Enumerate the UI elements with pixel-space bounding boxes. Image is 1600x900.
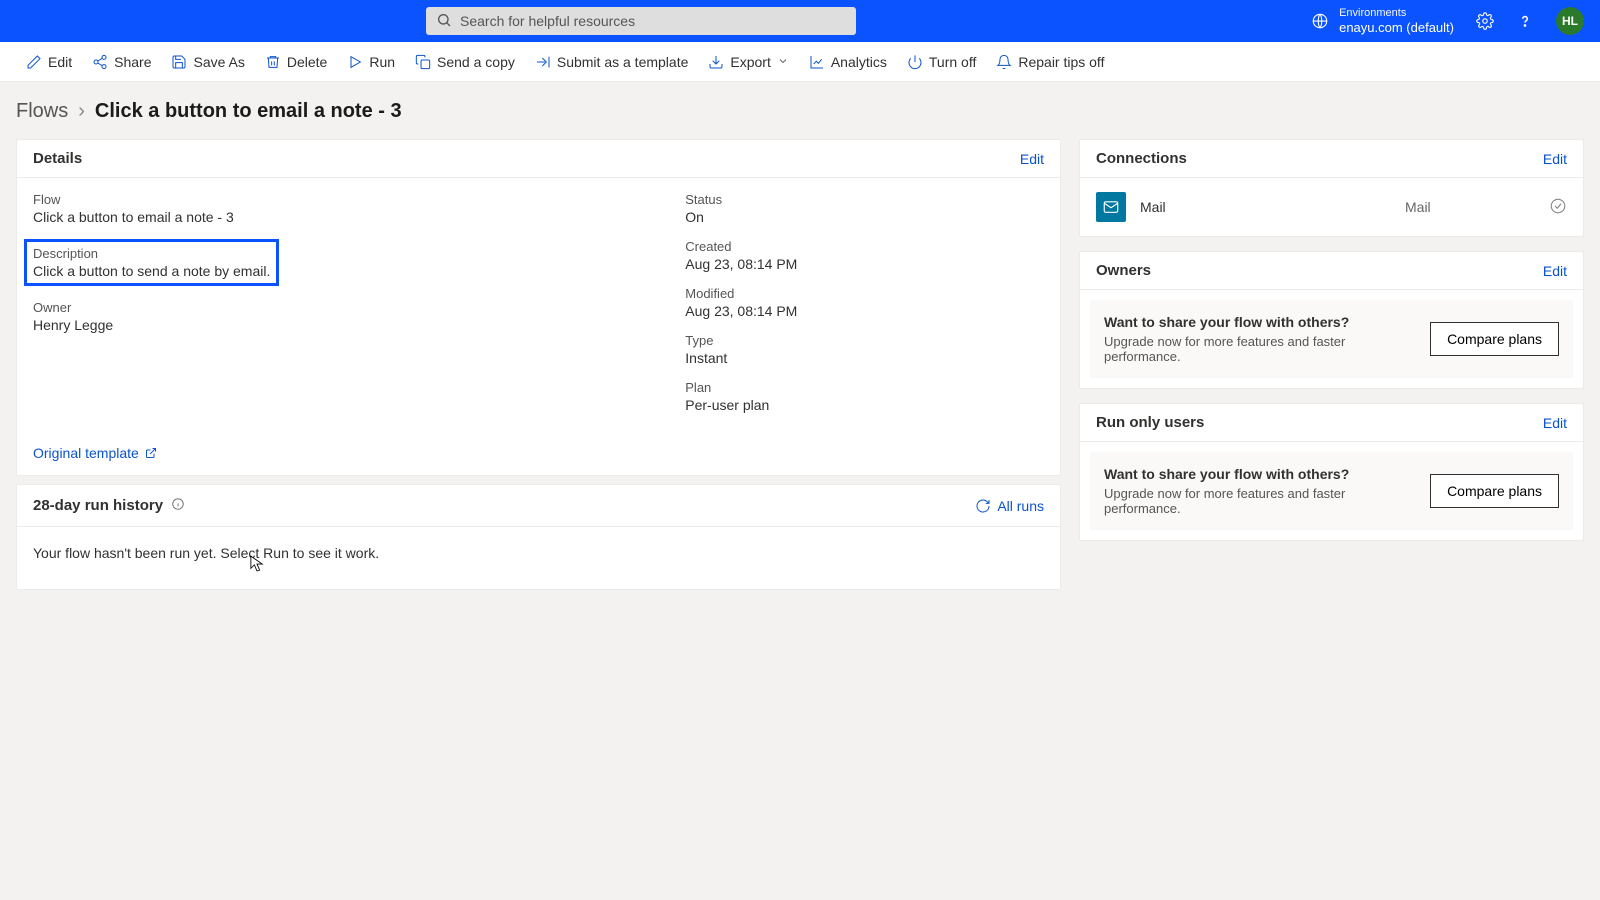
connection-status-ok-icon (1549, 197, 1567, 218)
analytics-button[interactable]: Analytics (799, 48, 897, 76)
run-history-card: 28-day run history All runs Your flow ha… (16, 484, 1061, 590)
created-value: Aug 23, 08:14 PM (685, 256, 1044, 272)
save-as-label: Save As (193, 54, 244, 70)
delete-button[interactable]: Delete (255, 48, 337, 76)
original-template-link[interactable]: Original template (17, 433, 173, 475)
run-only-title: Run only users (1096, 414, 1204, 431)
submit-template-button[interactable]: Submit as a template (525, 48, 699, 76)
edit-label: Edit (48, 54, 72, 70)
mail-icon (1096, 192, 1126, 222)
modified-label: Modified (685, 286, 1044, 301)
search-input[interactable] (460, 13, 846, 29)
submit-template-label: Submit as a template (557, 54, 689, 70)
chevron-right-icon: › (78, 100, 85, 123)
user-avatar[interactable]: HL (1556, 7, 1584, 35)
description-label: Description (33, 246, 270, 261)
connection-type: Mail (1405, 199, 1535, 215)
page-title: Click a button to email a note - 3 (95, 100, 402, 123)
environment-label: Environments (1339, 7, 1454, 20)
run-history-empty: Your flow hasn't been run yet. Select Ru… (17, 527, 1060, 589)
search-icon (436, 12, 452, 31)
repair-tips-button[interactable]: Repair tips off (986, 48, 1114, 76)
created-label: Created (685, 239, 1044, 254)
run-only-upgrade-title: Want to share your flow with others? (1104, 466, 1410, 482)
owners-upgrade-title: Want to share your flow with others? (1104, 314, 1410, 330)
analytics-label: Analytics (831, 54, 887, 70)
run-only-upgrade-desc: Upgrade now for more features and faster… (1104, 486, 1410, 516)
owners-upgrade-callout: Want to share your flow with others? Upg… (1090, 300, 1573, 378)
modified-value: Aug 23, 08:14 PM (685, 303, 1044, 319)
export-label: Export (730, 54, 770, 70)
breadcrumb-root[interactable]: Flows (16, 100, 68, 123)
owner-value: Henry Legge (33, 317, 685, 333)
connections-edit-link[interactable]: Edit (1543, 151, 1567, 167)
share-label: Share (114, 54, 151, 70)
breadcrumb: Flows › Click a button to email a note -… (0, 82, 1600, 139)
all-runs-label: All runs (997, 498, 1044, 514)
connection-name: Mail (1140, 199, 1391, 215)
settings-icon[interactable] (1476, 12, 1494, 30)
details-edit-link[interactable]: Edit (1020, 151, 1044, 167)
edit-button[interactable]: Edit (16, 48, 82, 76)
environment-picker[interactable]: Environments enayu.com (default) (1311, 7, 1454, 36)
turn-off-button[interactable]: Turn off (897, 48, 986, 76)
plan-label: Plan (685, 380, 1044, 395)
help-icon[interactable] (1516, 12, 1534, 30)
owners-title: Owners (1096, 262, 1151, 279)
all-runs-link[interactable]: All runs (975, 498, 1044, 514)
status-label: Status (685, 192, 1044, 207)
command-bar: Edit Share Save As Delete Run Send a cop… (0, 42, 1600, 82)
run-label: Run (369, 54, 395, 70)
info-icon[interactable] (171, 497, 185, 514)
search-box[interactable] (426, 7, 856, 35)
delete-label: Delete (287, 54, 327, 70)
chevron-down-icon (777, 54, 789, 70)
turn-off-label: Turn off (929, 54, 976, 70)
run-history-title: 28-day run history (33, 497, 163, 514)
connections-title: Connections (1096, 150, 1187, 167)
description-highlight: Description Click a button to send a not… (24, 239, 279, 286)
owners-upgrade-desc: Upgrade now for more features and faster… (1104, 334, 1410, 364)
status-value: On (685, 209, 1044, 225)
external-link-icon (145, 447, 157, 459)
run-button[interactable]: Run (337, 48, 405, 76)
owners-card: Owners Edit Want to share your flow with… (1079, 251, 1584, 389)
details-title: Details (33, 150, 82, 167)
connections-card: Connections Edit Mail Mail (1079, 139, 1584, 237)
compare-plans-button[interactable]: Compare plans (1430, 322, 1559, 356)
type-value: Instant (685, 350, 1044, 366)
compare-plans-button[interactable]: Compare plans (1430, 474, 1559, 508)
repair-tips-label: Repair tips off (1018, 54, 1104, 70)
flow-value: Click a button to email a note - 3 (33, 209, 685, 225)
original-template-label: Original template (33, 445, 139, 461)
environment-name: enayu.com (default) (1339, 20, 1454, 36)
owner-label: Owner (33, 300, 685, 315)
run-only-upgrade-callout: Want to share your flow with others? Upg… (1090, 452, 1573, 530)
description-value: Click a button to send a note by email. (33, 263, 270, 279)
type-label: Type (685, 333, 1044, 348)
flow-label: Flow (33, 192, 685, 207)
run-only-edit-link[interactable]: Edit (1543, 415, 1567, 431)
connection-row[interactable]: Mail Mail (1096, 192, 1567, 222)
run-only-users-card: Run only users Edit Want to share your f… (1079, 403, 1584, 541)
send-copy-button[interactable]: Send a copy (405, 48, 525, 76)
owners-edit-link[interactable]: Edit (1543, 263, 1567, 279)
top-bar: Environments enayu.com (default) HL (0, 0, 1600, 42)
plan-value: Per-user plan (685, 397, 1044, 413)
send-copy-label: Send a copy (437, 54, 515, 70)
environment-icon (1311, 12, 1329, 30)
refresh-icon (975, 498, 991, 514)
details-card: Details Edit Flow Click a button to emai… (16, 139, 1061, 476)
export-button[interactable]: Export (698, 48, 798, 76)
share-button[interactable]: Share (82, 48, 161, 76)
save-as-button[interactable]: Save As (161, 48, 254, 76)
